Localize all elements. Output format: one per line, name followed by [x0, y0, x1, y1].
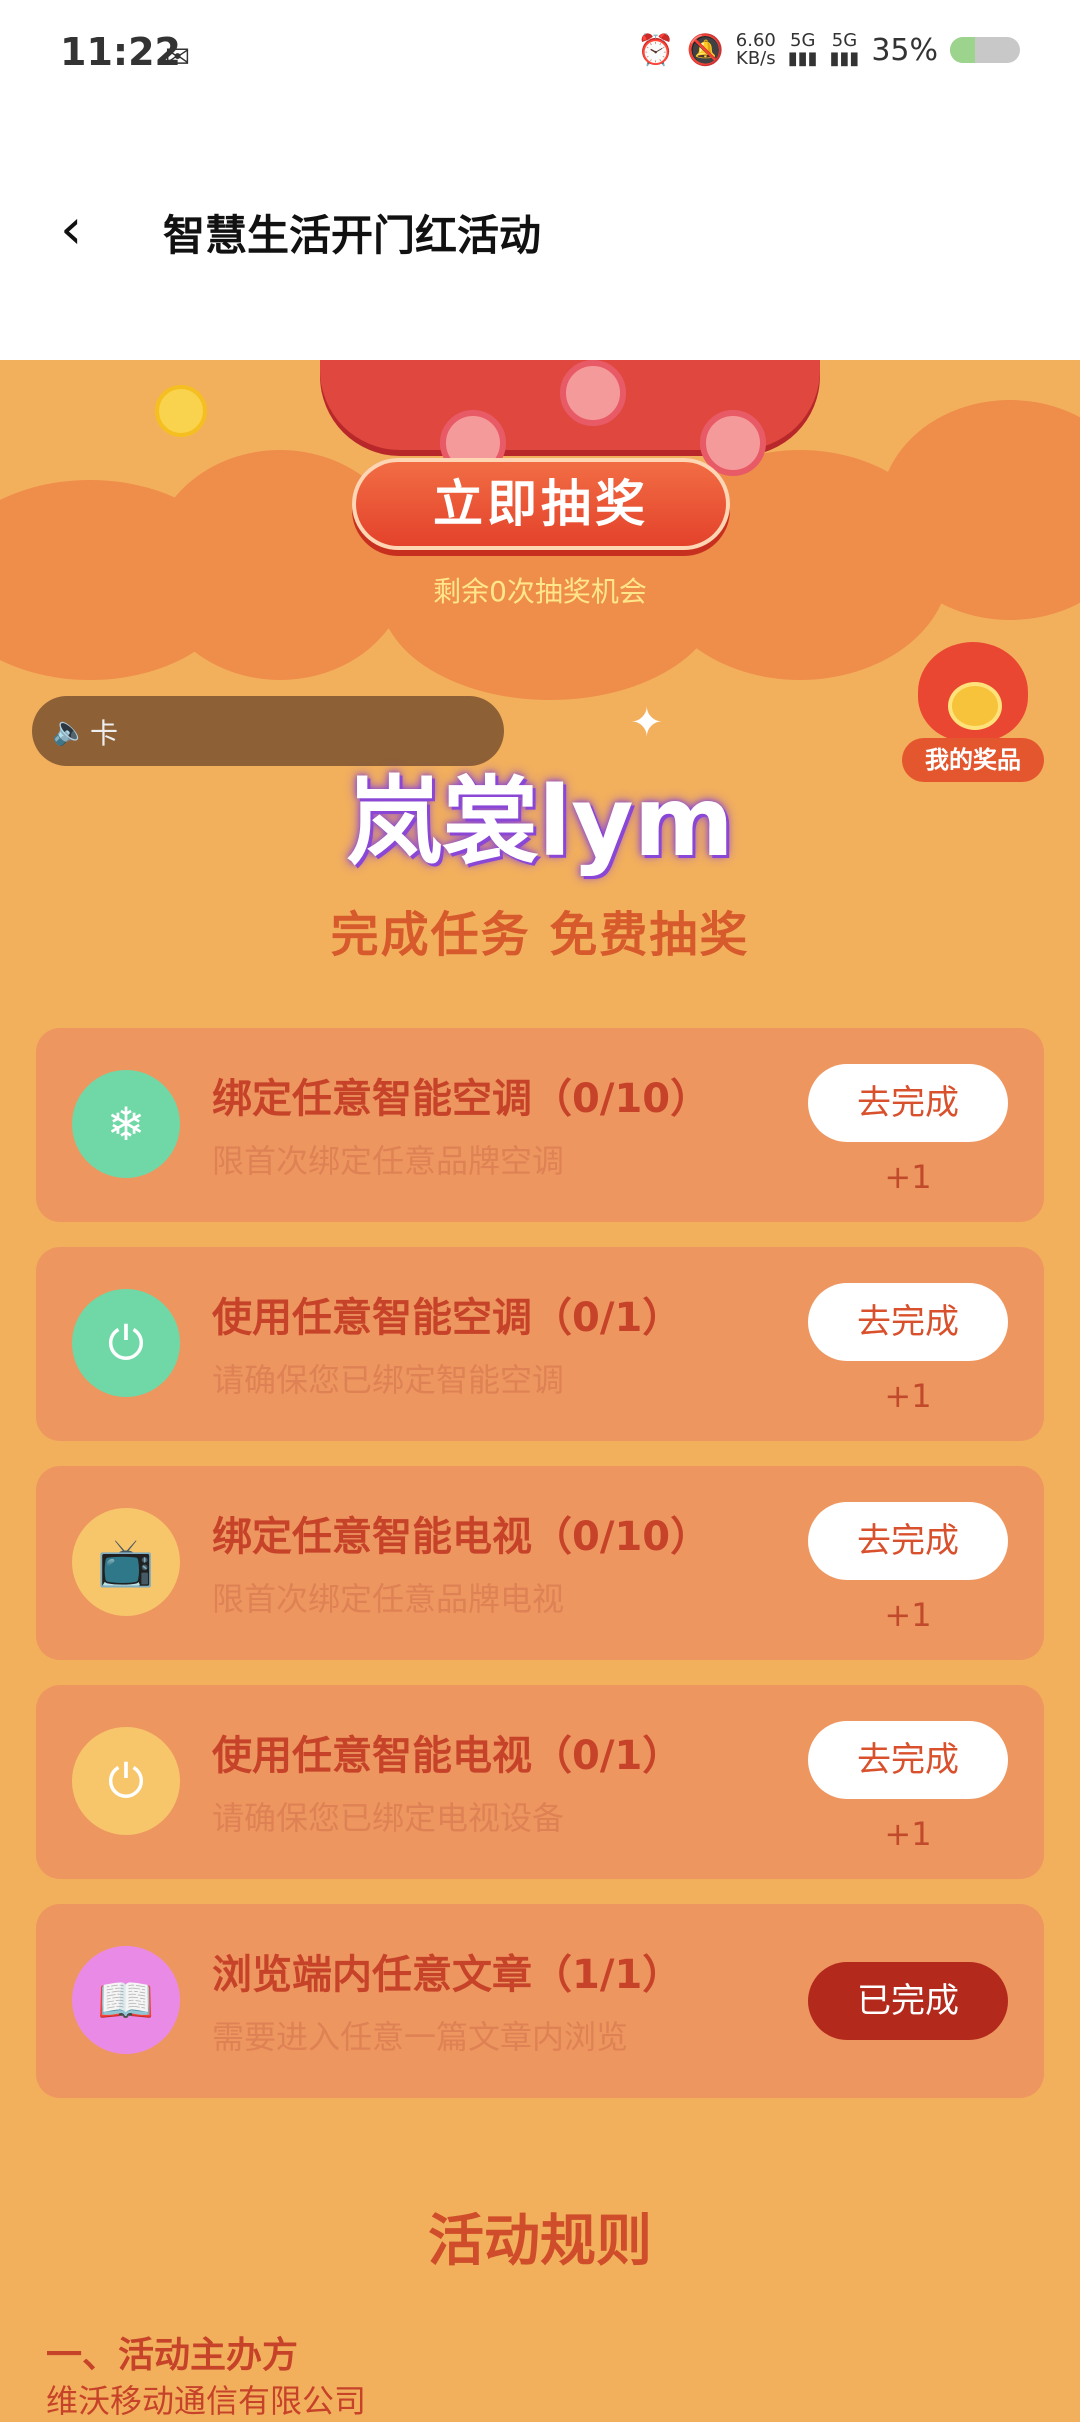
- flower-decoration: [560, 360, 626, 426]
- task-desc: 需要进入任意一篇文章内浏览: [212, 2018, 629, 2056]
- task-title: 绑定任意智能电视（0/10）: [212, 1514, 711, 1560]
- sparkle-icon: ✦: [630, 700, 664, 746]
- rules-title: 活动规则: [428, 2209, 652, 2274]
- speaker-icon: 🔈: [52, 714, 87, 747]
- task-desc: 限首次绑定任意品牌空调: [212, 1142, 565, 1180]
- task-card: ⏻ 使用任意智能电视（0/1） 请确保您已绑定电视设备 去完成 +1: [36, 1685, 1044, 1879]
- battery-icon: [950, 37, 1020, 63]
- task-desc: 请确保您已绑定电视设备: [212, 1799, 565, 1837]
- battery-fill: [950, 37, 975, 63]
- task-title: 绑定任意智能空调（0/10）: [212, 1076, 711, 1122]
- task-title: 使用任意智能电视（0/1）: [212, 1733, 683, 1779]
- page-title: 智慧生活开门红活动: [163, 211, 542, 260]
- task-subtitle: 完成任务 免费抽奖: [330, 907, 750, 963]
- battery-percent: 35%: [871, 32, 938, 68]
- status-right: ⏰ 🔕 6.60 KB/s 5G ▮▮▮ 5G ▮▮▮ 35%: [637, 32, 1020, 68]
- net-speed-unit: KB/s: [736, 48, 776, 69]
- task-desc: 请确保您已绑定智能空调: [212, 1361, 565, 1399]
- rules-heading: 一、活动主办方: [46, 2335, 299, 2376]
- task-title: 浏览端内任意文章（1/1）: [212, 1952, 683, 1998]
- task-reward: +1: [884, 1596, 932, 1634]
- task-reward: +1: [884, 1815, 932, 1853]
- signal-1: 5G ▮▮▮: [787, 30, 818, 69]
- alarm-icon: ⏰: [637, 32, 675, 68]
- rules-text: 维沃移动通信有限公司: [46, 2382, 367, 2420]
- task-reward: +1: [884, 1377, 932, 1415]
- go-complete-button[interactable]: 去完成: [808, 1283, 1008, 1361]
- nav-bar: ‹ 智慧生活开门红活动: [0, 110, 1080, 360]
- completed-button[interactable]: 已完成: [808, 1962, 1008, 2040]
- status-time: 11:22: [60, 30, 181, 74]
- signal-2-label: 5G: [831, 30, 858, 51]
- air-conditioner-power-icon: ⏻: [72, 1289, 180, 1397]
- task-card: ⏻ 使用任意智能空调（0/1） 请确保您已绑定智能空调 去完成 +1: [36, 1247, 1044, 1441]
- signal-1-label: 5G: [790, 30, 816, 51]
- net-speed: 6.60 KB/s: [736, 32, 776, 68]
- watermark: 岚裳lym: [346, 766, 734, 878]
- signal-2: 5G ▮▮▮: [829, 30, 860, 69]
- go-complete-button[interactable]: 去完成: [808, 1502, 1008, 1580]
- remaining-chances: 剩余0次抽奖机会: [433, 575, 647, 608]
- go-complete-button[interactable]: 去完成: [808, 1064, 1008, 1142]
- task-title: 使用任意智能空调（0/1）: [212, 1295, 683, 1341]
- task-reward: +1: [884, 1158, 932, 1196]
- back-icon[interactable]: ‹: [60, 200, 120, 260]
- lucky-bag-icon: [918, 642, 1028, 742]
- tv-link-icon: 📺: [72, 1508, 180, 1616]
- tv-power-icon: ⏻: [72, 1727, 180, 1835]
- task-desc: 限首次绑定任意品牌电视: [212, 1580, 565, 1618]
- mute-icon: 🔕: [686, 32, 724, 68]
- wechat-icon: ✉: [165, 40, 191, 75]
- air-conditioner-link-icon: ❄: [72, 1070, 180, 1178]
- status-bar: 11:22 ✉ ⏰ 🔕 6.60 KB/s 5G ▮▮▮ 5G ▮▮▮ 35%: [0, 0, 1080, 110]
- draw-now-button[interactable]: 立即抽奖: [352, 458, 730, 550]
- task-card: ❄ 绑定任意智能空调（0/10） 限首次绑定任意品牌空调 去完成 +1: [36, 1028, 1044, 1222]
- go-complete-button[interactable]: 去完成: [808, 1721, 1008, 1799]
- task-card: 📺 绑定任意智能电视（0/10） 限首次绑定任意品牌电视 去完成 +1: [36, 1466, 1044, 1660]
- coin-decoration: [155, 385, 207, 437]
- book-icon: 📖: [72, 1946, 180, 2054]
- task-card: 📖 浏览端内任意文章（1/1） 需要进入任意一篇文章内浏览 已完成: [36, 1904, 1044, 2098]
